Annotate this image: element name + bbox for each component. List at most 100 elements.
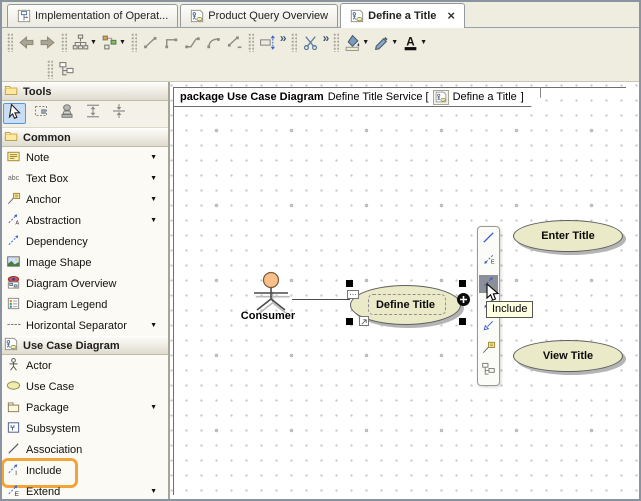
- usecase-enter-title[interactable]: Enter Title: [513, 220, 623, 252]
- back-button[interactable]: [16, 32, 37, 54]
- popup-anchor-button[interactable]: [479, 341, 498, 359]
- selection-handle-top-left[interactable]: [346, 280, 353, 287]
- line-curve-button[interactable]: [203, 32, 224, 54]
- palette-item-text-box[interactable]: abcText Box▼: [0, 168, 168, 189]
- toolbar-row-2: [0, 57, 641, 82]
- toolbar-grip[interactable]: [47, 60, 53, 79]
- dropdown-arrow-icon[interactable]: ▼: [391, 39, 398, 46]
- section-header-use-case-diagram[interactable]: Use Case Diagram: [0, 336, 168, 355]
- anchor-icon: [481, 340, 496, 360]
- section-header-common[interactable]: Common: [0, 128, 168, 147]
- palette-item-association[interactable]: Association: [0, 439, 168, 460]
- toolbar-grip[interactable]: [248, 33, 254, 52]
- line-rectilinear-button[interactable]: [161, 32, 182, 54]
- palette-item-subsystem[interactable]: Subsystem: [0, 418, 168, 439]
- palette-item-extend[interactable]: EExtend▼: [0, 481, 168, 500]
- toolbar-grip[interactable]: [7, 33, 13, 52]
- resize-shape-button[interactable]: [257, 32, 278, 54]
- diagram-frame-header[interactable]: package Use Case Diagram Define Title Se…: [173, 87, 541, 107]
- dropdown-arrow-icon[interactable]: ▼: [150, 175, 157, 182]
- tab-label: Implementation of Operat...: [35, 10, 168, 22]
- dropdown-arrow-icon[interactable]: ▼: [90, 39, 97, 46]
- tab-label: Define a Title: [368, 10, 436, 22]
- palette-item-image-shape[interactable]: Image Shape: [0, 252, 168, 273]
- dropdown-arrow-icon[interactable]: ▼: [150, 154, 157, 161]
- line-bent-button[interactable]: [182, 32, 203, 54]
- palette-item-label: Package: [26, 402, 69, 414]
- fill-color-button[interactable]: ▼: [342, 32, 371, 54]
- font-color-button[interactable]: A▼: [400, 32, 429, 54]
- selection-handle-bottom-left[interactable]: [346, 318, 353, 325]
- dropdown-arrow-icon[interactable]: ▼: [150, 404, 157, 411]
- palette-item-actor[interactable]: Actor: [0, 355, 168, 376]
- popup-generalization-arrow-button[interactable]: [479, 319, 498, 337]
- forward-button[interactable]: [37, 32, 58, 54]
- palette-item-label: Image Shape: [26, 257, 91, 269]
- expand-plus-button[interactable]: [457, 293, 470, 306]
- containment-tree-button[interactable]: [56, 58, 77, 80]
- diagram-canvas[interactable]: package Use Case Diagram Define Title Se…: [170, 82, 641, 500]
- popup-extend-arrow-button[interactable]: E: [479, 253, 498, 271]
- palette-item-horizontal-separator[interactable]: Horizontal Separator▼: [0, 315, 168, 336]
- line-spline-button[interactable]: [224, 32, 245, 54]
- pen-color-button[interactable]: ▼: [371, 32, 400, 54]
- usecase-view-title[interactable]: View Title: [513, 340, 623, 372]
- palette-item-note[interactable]: Note▼: [0, 147, 168, 168]
- section-header-tools[interactable]: Tools: [0, 82, 168, 101]
- folder-icon: [4, 129, 18, 146]
- distribute-vertical-button[interactable]: [81, 103, 104, 124]
- actor-icon: [245, 269, 297, 313]
- hseparator-icon: [6, 317, 21, 335]
- palette-item-dependency[interactable]: Dependency: [0, 231, 168, 252]
- containment-tree-icon: [58, 61, 75, 78]
- dropdown-arrow-icon[interactable]: ▼: [150, 196, 157, 203]
- select-cursor-button[interactable]: [3, 103, 26, 124]
- compress-vertical-button[interactable]: [107, 103, 130, 124]
- usecase-diagram-icon: [4, 337, 18, 354]
- palette-item-anchor[interactable]: Anchor▼: [0, 189, 168, 210]
- marquee-button[interactable]: [29, 103, 52, 124]
- overflow-chevron-icon[interactable]: »: [280, 31, 286, 45]
- toolbar-grip[interactable]: [131, 33, 137, 52]
- palette-item-include[interactable]: IInclude: [0, 460, 168, 481]
- palette-item-package[interactable]: Package ▼: [0, 397, 168, 418]
- popup-association-line-button[interactable]: [479, 231, 498, 249]
- compartments-button[interactable]: …: [347, 290, 359, 299]
- svg-text:A: A: [406, 36, 415, 49]
- palette-item-abstraction[interactable]: AAbstraction▼: [0, 210, 168, 231]
- dropdown-arrow-icon[interactable]: ▼: [119, 39, 126, 46]
- tab-close-icon[interactable]: ×: [447, 11, 455, 21]
- tab-define-a-title[interactable]: Define a Title ×: [340, 3, 465, 28]
- toolbar-grip[interactable]: [333, 33, 339, 52]
- tab-implementation-of-operat[interactable]: Implementation of Operat...: [7, 4, 178, 27]
- tree-layout-button[interactable]: ▼: [70, 32, 99, 54]
- actor-label[interactable]: Consumer: [228, 310, 308, 322]
- popup-containment-tree-button[interactable]: [479, 363, 498, 381]
- textbox-icon: abc: [6, 170, 21, 188]
- toolbar-grip[interactable]: [291, 33, 297, 52]
- dropdown-arrow-icon[interactable]: ▼: [150, 322, 157, 329]
- sticker-button[interactable]: [55, 103, 78, 124]
- tab-product-query-overview[interactable]: Product Query Overview: [180, 4, 338, 27]
- dropdown-arrow-icon[interactable]: ▼: [420, 39, 427, 46]
- overflow-chevron-icon[interactable]: »: [323, 31, 329, 45]
- tool-palette: Tools CommonNote▼abcText Box▼Anchor▼AAbst…: [0, 82, 170, 500]
- selection-handle-top-right[interactable]: [459, 280, 466, 287]
- dropdown-arrow-icon[interactable]: ▼: [150, 217, 157, 224]
- quick-layout-button[interactable]: ▼: [99, 32, 128, 54]
- frame-diagram-name: Define a Title: [453, 91, 517, 103]
- selection-handle-bottom-right[interactable]: [459, 318, 466, 325]
- diagram-overview-icon: [6, 275, 21, 293]
- toolbar-grip[interactable]: [61, 33, 67, 52]
- palette-item-use-case[interactable]: Use Case: [0, 376, 168, 397]
- dropdown-arrow-icon[interactable]: ▼: [150, 488, 157, 495]
- quick-link-button[interactable]: [359, 316, 369, 326]
- association-connector[interactable]: [292, 299, 350, 300]
- palette-item-label: Use Case: [26, 381, 74, 393]
- palette-item-diagram-legend[interactable]: Diagram Legend: [0, 294, 168, 315]
- line-oblique-button[interactable]: [140, 32, 161, 54]
- scissors-button[interactable]: [300, 32, 321, 54]
- palette-item-diagram-overview[interactable]: Diagram Overview: [0, 273, 168, 294]
- containment-tree-icon: [481, 362, 496, 382]
- dropdown-arrow-icon[interactable]: ▼: [362, 39, 369, 46]
